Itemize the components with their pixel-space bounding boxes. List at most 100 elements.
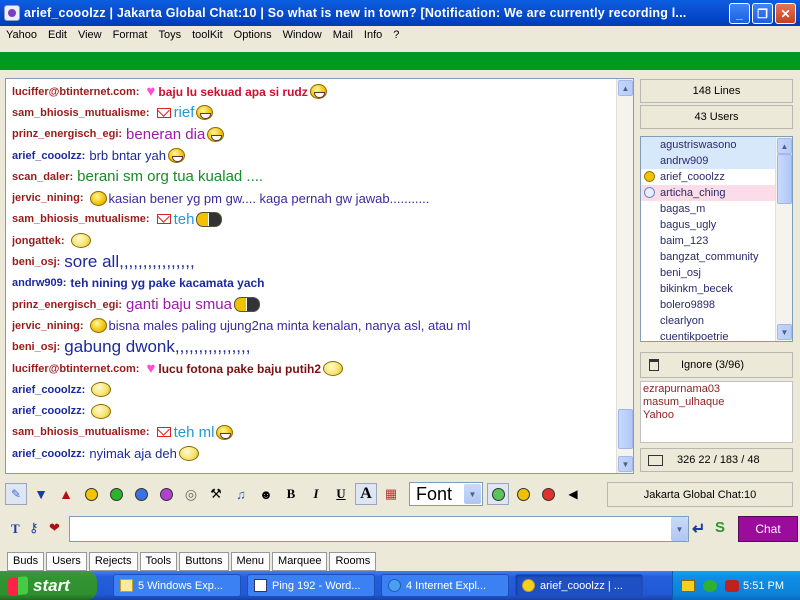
start-button[interactable]: start [0,571,97,600]
message-nick[interactable]: beni_osj: [12,256,60,268]
message-nick[interactable]: sam_bhiosis_mutualisme: [12,426,150,438]
menu-yahoo[interactable]: Yahoo [2,29,44,41]
taskbar-item-internet-explorer[interactable]: 4 Internet Expl... [381,574,509,597]
userlist-scroll-down[interactable]: ▼ [777,324,792,340]
message-nick[interactable]: scan_daler: [12,171,73,183]
globe-button[interactable]: ◎ [180,483,202,505]
status-yellow-button[interactable] [512,483,534,505]
enter-icon[interactable]: ↵ [692,519,705,539]
collapse-button[interactable]: ◀ [562,483,584,505]
message-nick[interactable]: jervic_nining: [12,192,84,204]
message-nick[interactable]: andrw909: [12,277,66,289]
message-nick[interactable]: arief_cooolzz: [12,405,85,417]
user-list-item[interactable]: clearlyon [641,313,792,329]
minus-button[interactable] [105,483,127,505]
pin-tool-button[interactable]: ✎ [5,483,27,505]
ignore-button[interactable]: Ignore (3/96) [640,352,793,378]
music-button[interactable]: ♫ [230,483,252,505]
tools-button[interactable]: ⚒ [205,483,227,505]
ignore-item[interactable]: masum_ulhaque [643,396,790,409]
equals-button[interactable] [130,483,152,505]
user-list-item[interactable]: articha_ching [641,185,792,201]
scroll-thumb[interactable] [618,409,633,449]
user-list-item[interactable]: arief_cooolzz [641,169,792,185]
arrow-down-button[interactable]: ▼ [30,483,52,505]
font-select[interactable]: Font ▼ [409,482,483,506]
user-list-item[interactable]: baim_123 [641,233,792,249]
message-nick[interactable]: arief_cooolzz: [12,448,85,460]
webcam-button[interactable]: ☻ [255,483,277,505]
tab-buttons[interactable]: Buttons [179,552,229,571]
key-icon[interactable]: ⚷ [29,520,39,536]
tab-marquee[interactable]: Marquee [272,552,328,571]
message-nick[interactable]: beni_osj: [12,341,60,353]
italic-button[interactable]: I [305,483,327,505]
underline-button[interactable]: U [330,483,352,505]
menu-toys[interactable]: Toys [154,29,188,41]
message-input[interactable] [69,516,689,542]
taskbar-item-explorer[interactable]: 5 Windows Exp... [113,574,241,597]
message-nick[interactable]: sam_bhiosis_mutualisme: [12,107,150,119]
tab-buds[interactable]: Buds [7,552,45,571]
input-history-chevron-icon[interactable]: ▼ [671,517,688,541]
menu-view[interactable]: View [74,29,109,41]
shield-icon[interactable] [725,579,739,592]
room-name[interactable]: Jakarta Global Chat:10 [607,482,793,507]
heart-button-icon[interactable]: ❤ [49,520,60,536]
scroll-down-button[interactable]: ▼ [618,456,633,472]
menu-edit[interactable]: Edit [44,29,74,41]
tab-users[interactable]: Users [46,552,87,571]
menu-toolkit[interactable]: toolKit [188,29,230,41]
chat-scrollbar[interactable]: ▲ ▼ [616,79,633,473]
scroll-up-button[interactable]: ▲ [618,80,633,96]
messenger-tray-icon[interactable] [703,579,717,592]
tab-tools[interactable]: Tools [139,552,178,571]
status-green-button[interactable] [487,483,509,505]
bold-button[interactable]: B [280,483,302,505]
userlist-scroll-thumb[interactable] [777,154,792,204]
tab-rooms[interactable]: Rooms [329,552,377,571]
user-list-item[interactable]: bikinkm_becek [641,281,792,297]
message-nick[interactable]: prinz_energisch_egi: [12,299,122,311]
user-list[interactable]: agustriswasono andrw909 arief_cooolzz artic… [640,136,793,342]
ignore-list[interactable]: ezrapurnama03 masum_ulhaque Yahoo [640,381,793,443]
user-list-item[interactable]: bolero9898 [641,297,792,313]
minimize-button[interactable]: _ [729,3,750,24]
userlist-scroll-up[interactable]: ▲ [777,138,792,154]
message-nick[interactable]: luciffer@btinternet.com: [12,86,139,98]
message-nick[interactable]: jervic_nining: [12,320,84,332]
menu-format[interactable]: Format [109,29,155,41]
ignore-item[interactable]: Yahoo [643,409,790,422]
user-list-item[interactable]: cuentikpoetrie [641,329,792,341]
emoticon-button[interactable] [80,483,102,505]
message-nick[interactable]: jongattek: [12,235,65,247]
arrow-up-button[interactable]: ▲ [55,483,77,505]
taskbar-item-yahoo-chat[interactable]: arief_cooolzz | ... [515,574,643,597]
spell-check-icon[interactable]: S [715,519,725,536]
menu-mail[interactable]: Mail [329,29,360,41]
menu-help[interactable]: ? [389,29,406,41]
user-list-item[interactable]: agustriswasono [641,137,792,153]
menu-info[interactable]: Info [360,29,389,41]
chat-send-button[interactable]: Chat [738,516,798,542]
chevron-down-icon[interactable]: ▼ [464,484,481,504]
maximize-button[interactable]: ❐ [752,3,773,24]
user-list-item[interactable]: bagas_m [641,201,792,217]
tab-rejects[interactable]: Rejects [88,552,138,571]
mail-tray-icon[interactable] [681,579,695,592]
message-nick[interactable]: arief_cooolzz: [12,150,85,162]
user-list-item[interactable]: andrw909 [641,153,792,169]
menu-options[interactable]: Options [230,29,279,41]
message-nick[interactable]: arief_cooolzz: [12,384,85,396]
title-bar[interactable]: arief_cooolzz | Jakarta Global Chat:10 |… [0,0,800,26]
message-nick[interactable]: luciffer@btinternet.com: [12,363,139,375]
user-list-item[interactable]: beni_osj [641,265,792,281]
message-nick[interactable]: prinz_energisch_egi: [12,128,122,140]
plus-button[interactable] [155,483,177,505]
tab-menu[interactable]: Menu [230,552,271,571]
text-type-icon[interactable]: T [11,521,20,537]
taskbar-item-word[interactable]: Ping 192 - Word... [247,574,375,597]
close-button[interactable]: ✕ [775,3,796,24]
ignore-item[interactable]: ezrapurnama03 [643,383,790,396]
color-grid-button[interactable]: ▦ [380,483,402,505]
